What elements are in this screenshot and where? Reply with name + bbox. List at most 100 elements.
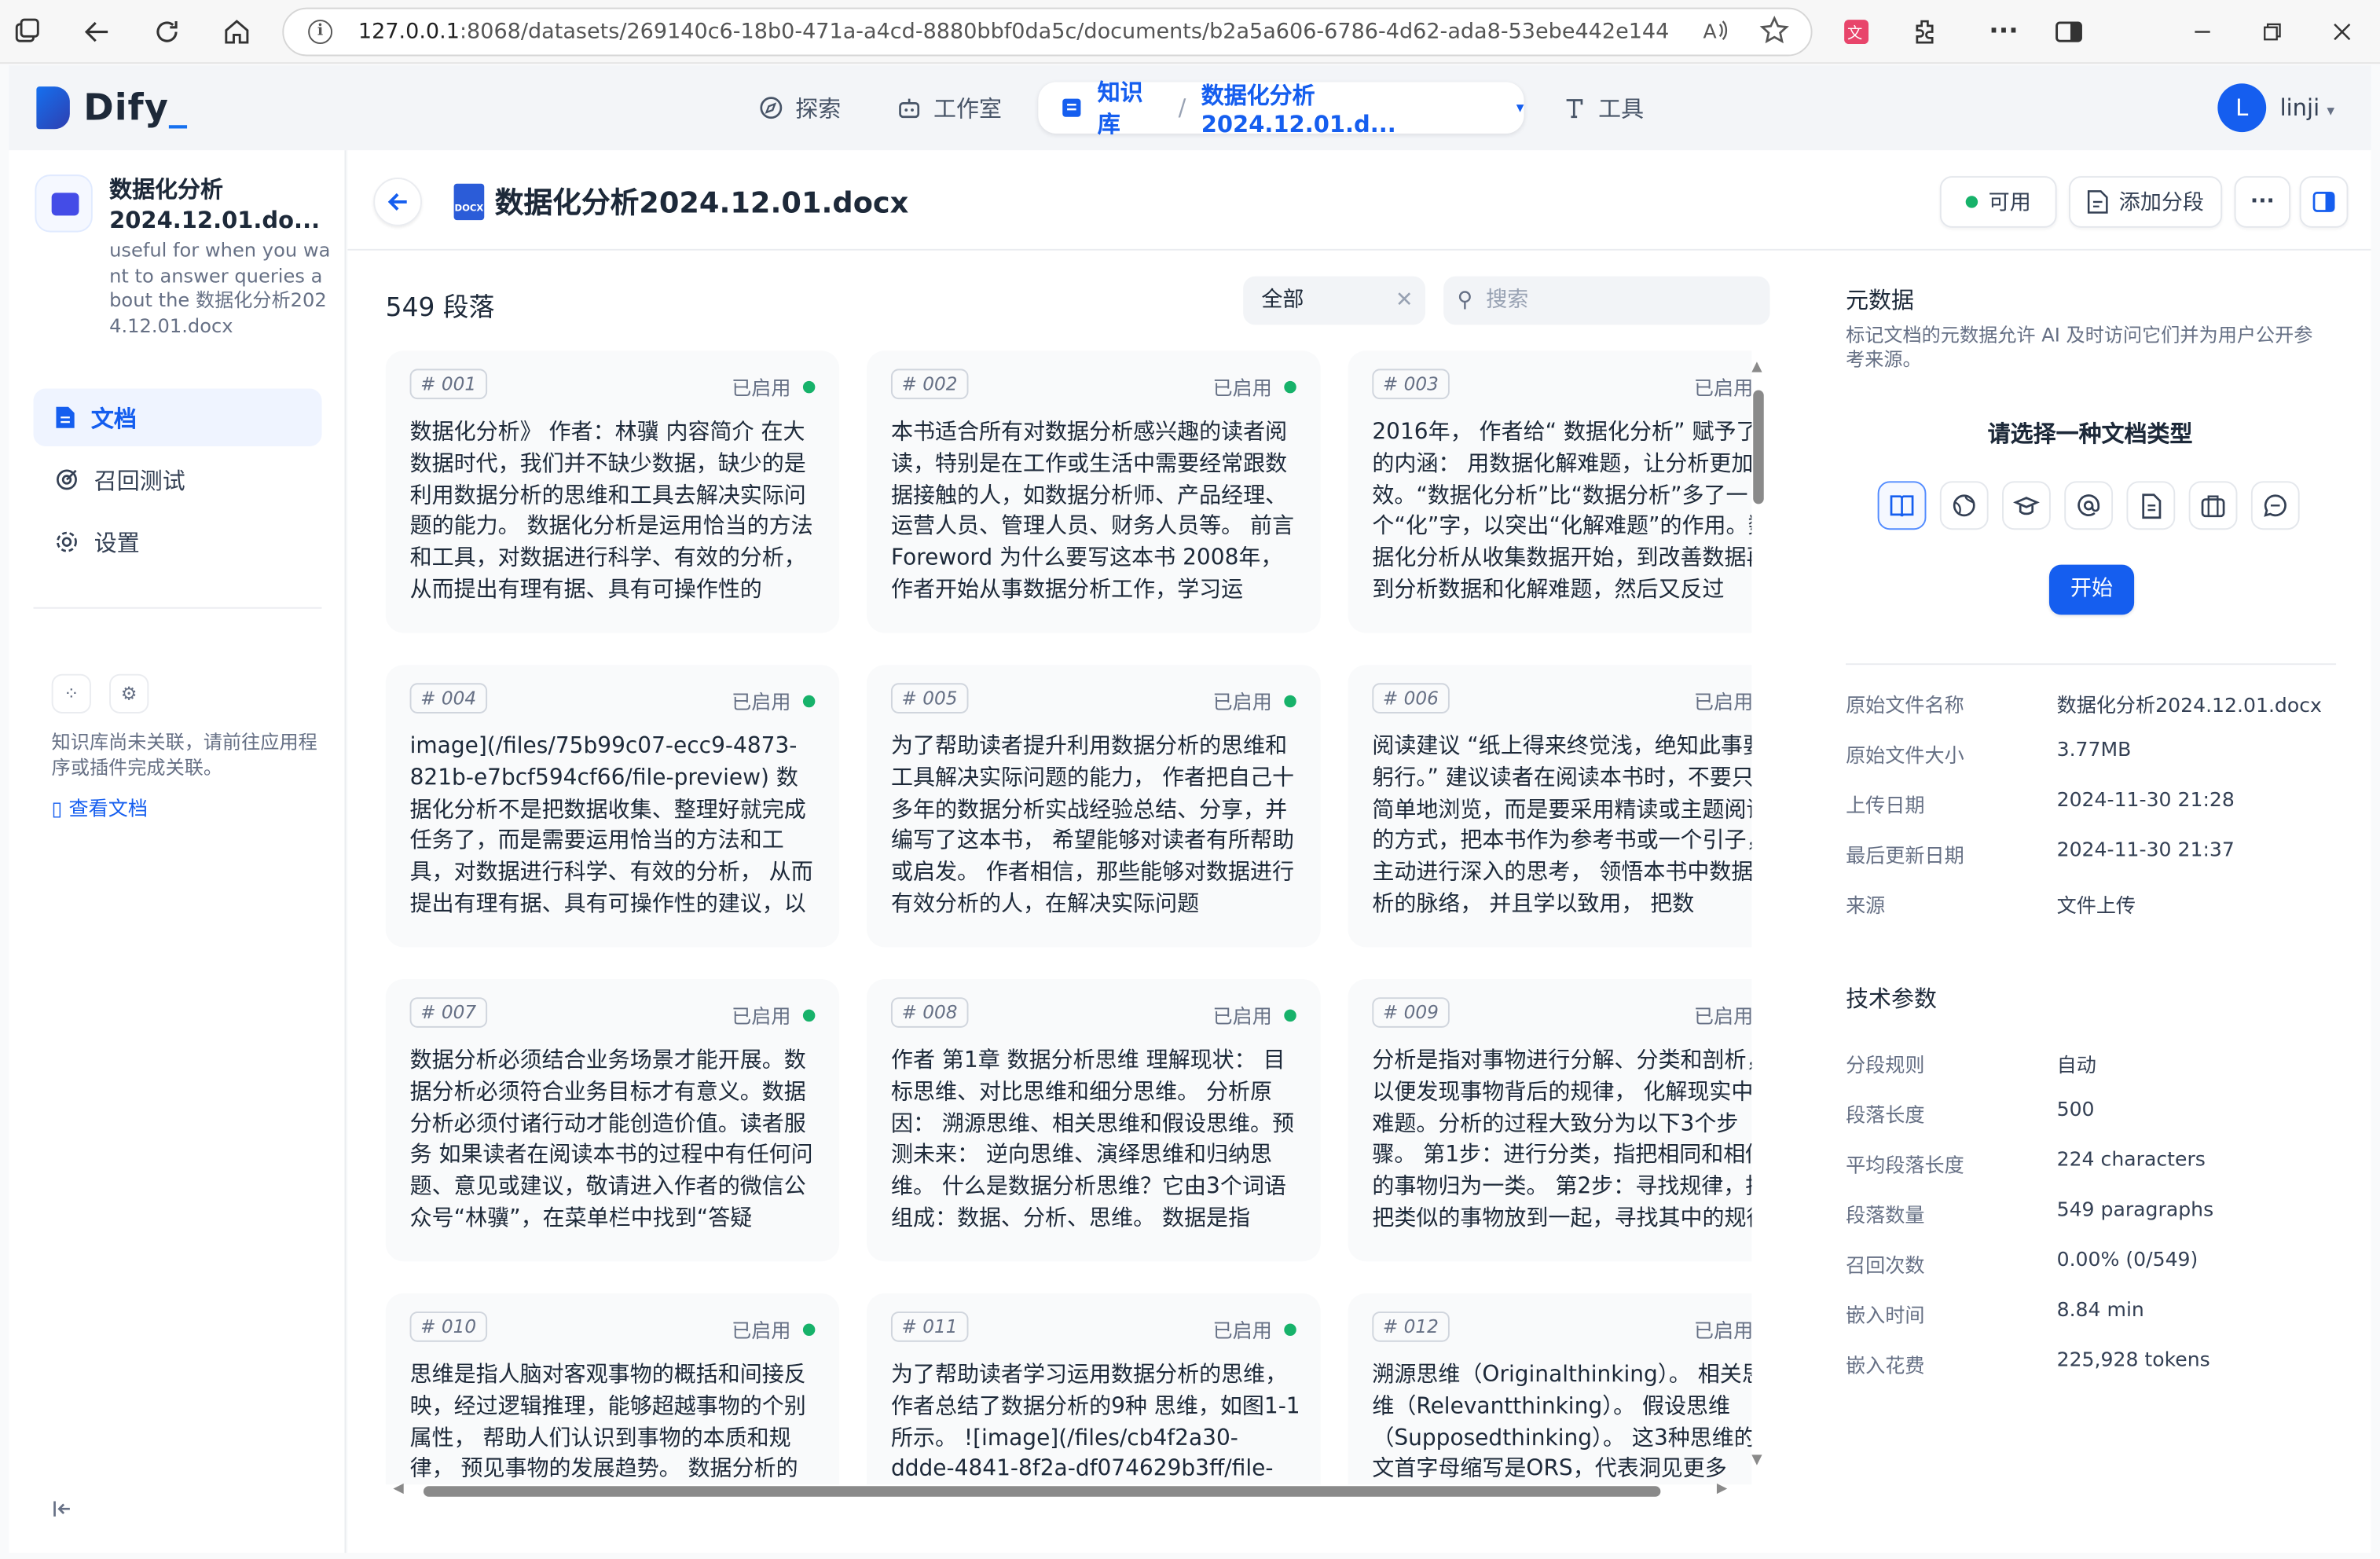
restore-icon[interactable] — [2257, 17, 2288, 47]
nav-studio[interactable]: 工作室 — [897, 82, 1002, 134]
scroll-down-arrow-icon[interactable]: ▼ — [1751, 1453, 1762, 1468]
scroll-right-arrow-icon[interactable]: ▶ — [1717, 1481, 1727, 1496]
folder-icon — [35, 174, 93, 233]
horizontal-scrollbar[interactable]: ◀ ▶ — [393, 1481, 1732, 1498]
chevron-down-icon[interactable]: ▾ — [1516, 100, 1524, 116]
site-info-icon[interactable]: i — [308, 20, 333, 45]
nav-knowledge[interactable]: 知识库 / 数据化分析2024.12.01.d... ▾ — [1038, 79, 1524, 138]
doc-type-prompt: 请选择一种文档类型 — [1987, 420, 2193, 448]
segment-card[interactable]: # 003 已启用 2016年， 作者给“ 数据化分析” 赋予了新的内涵： 用数… — [1348, 350, 1752, 633]
segment-card[interactable]: # 012 已启用 溯源思维（Originalthinking）。 相关思维（R… — [1348, 1293, 1752, 1485]
segment-card[interactable]: # 002 已启用 本书适合所有对数据分析感兴趣的读者阅读，特别是在工作或生活中… — [867, 350, 1321, 633]
user-menu[interactable]: linji ▾ — [2280, 94, 2335, 122]
segment-status: 已启用 — [1694, 686, 1751, 715]
back-arrow-icon[interactable] — [82, 17, 112, 47]
target-icon — [55, 468, 79, 492]
app-root: i 127.0.0.1:8068/datasets/269140c6-18b0-… — [0, 0, 2380, 1559]
segment-status: 已启用 — [1212, 1315, 1296, 1344]
browser-toolbar: i 127.0.0.1:8068/datasets/269140c6-18b0-… — [0, 0, 2380, 64]
sidebar-toggle-icon[interactable] — [2054, 17, 2085, 47]
sidebar-item-documents[interactable]: 文档 — [33, 388, 322, 446]
document-detail: DOCX 数据化分析2024.12.01.docx 可用 添加分段 ··· 54… — [347, 150, 2371, 1553]
sidebar-divider — [33, 607, 322, 609]
refresh-icon[interactable] — [152, 17, 182, 47]
status-filter[interactable]: 全部 ✕ — [1243, 276, 1425, 325]
plugin-icon: ⚙ — [109, 673, 149, 713]
briefcase-icon[interactable] — [2188, 481, 2238, 530]
read-aloud-icon[interactable]: A — [1702, 17, 1729, 44]
favorite-star-icon[interactable] — [1759, 15, 1790, 46]
file-icon[interactable] — [2126, 481, 2176, 530]
segment-card[interactable]: # 004 已启用 image](/files/75b99c07-ecc9-48… — [385, 665, 840, 948]
dify-logo[interactable]: Dify_ — [36, 83, 188, 132]
close-window-icon[interactable] — [2327, 17, 2357, 47]
segment-status: 已启用 — [732, 1315, 816, 1344]
home-icon[interactable] — [222, 17, 252, 47]
compass-icon — [759, 96, 783, 120]
segment-card[interactable]: # 001 已启用 数据化分析》 作者：林骥 内容简介 在大数据时代，我们并不缺… — [385, 350, 840, 633]
sidebar-item-settings[interactable]: 设置 — [33, 513, 321, 570]
segment-card[interactable]: # 011 已启用 为了帮助读者学习运用数据分析的思维，作者总结了数据分析的9种… — [867, 1293, 1321, 1485]
segment-number: # 009 — [1372, 997, 1450, 1028]
back-button[interactable] — [373, 178, 423, 226]
segment-text: 本书适合所有对数据分析感兴趣的读者阅读，特别是在工作或生活中需要经常跟数据接触的… — [890, 420, 1295, 603]
nav-tools[interactable]: 工具 — [1562, 82, 1644, 134]
extensions-icon[interactable] — [1911, 17, 1942, 47]
user-name: linji — [2279, 94, 2320, 122]
nav-explore-label: 探索 — [795, 94, 842, 123]
segment-text: 为了帮助读者提升利用数据分析的思维和工具解决实际问题的能力， 作者把自己十多年的… — [890, 734, 1295, 917]
collapse-sidebar-icon[interactable] — [52, 1498, 73, 1520]
address-bar[interactable]: i 127.0.0.1:8068/datasets/269140c6-18b0-… — [282, 7, 1813, 57]
vertical-scrollbar[interactable]: ▲ ▼ — [1751, 360, 1765, 1468]
segment-text: 数据分析必须结合业务场景才能开展。数据分析必须符合业务目标才有意义。数据分析必须… — [409, 1048, 813, 1231]
scroll-up-arrow-icon[interactable]: ▲ — [1751, 360, 1762, 375]
segment-number: # 007 — [409, 997, 487, 1028]
logo-text: Dify — [83, 86, 169, 130]
segment-card[interactable]: # 007 已启用 数据分析必须结合业务场景才能开展。数据分析必须符合业务目标才… — [385, 979, 840, 1262]
chevron-down-icon: ▾ — [2327, 103, 2335, 120]
view-docs-label: 查看文档 — [68, 798, 148, 822]
sidebar-item-label: 文档 — [90, 404, 137, 432]
panel-toggle-button[interactable] — [2299, 176, 2349, 228]
segment-card[interactable]: # 010 已启用 思维是指人脑对客观事物的概括和间接反映，经过逻辑推理，能够超… — [385, 1293, 840, 1485]
segment-card[interactable]: # 008 已启用 作者 第1章 数据分析思维 理解现状： 目标思维、对比思维和… — [867, 979, 1321, 1262]
globe-icon[interactable] — [1939, 481, 1989, 530]
segment-card[interactable]: # 009 已启用 分析是指对事物进行分解、分类和剖析，以便发现事物背后的规律，… — [1348, 979, 1752, 1262]
url-text[interactable]: 127.0.0.1:8068/datasets/269140c6-18b0-47… — [358, 20, 1669, 44]
segment-card[interactable]: # 006 已启用 阅读建议 “纸上得来终觉浅，绝知此事要躬行。” 建议读者在阅… — [1348, 665, 1752, 948]
tab-actions-icon[interactable] — [12, 17, 42, 47]
sidebar-item-retrieval-test[interactable]: 召回测试 — [33, 451, 321, 508]
avatar[interactable]: L — [2217, 83, 2267, 133]
segment-text: image](/files/75b99c07-ecc9-4873-821b-e7… — [409, 734, 813, 917]
more-menu-icon[interactable]: ··· — [1989, 17, 2019, 47]
more-button[interactable]: ··· — [2234, 176, 2291, 228]
segment-card[interactable]: # 005 已启用 为了帮助读者提升利用数据分析的思维和工具解决实际问题的能力，… — [867, 665, 1321, 948]
segment-text: 溯源思维（Originalthinking）。 相关思维（Relevantthi… — [1372, 1363, 1752, 1483]
document-icon — [55, 405, 76, 430]
segment-number: # 003 — [1372, 369, 1450, 400]
segment-text: 为了帮助读者学习运用数据分析的思维，作者总结了数据分析的9种 思维，如图1-1所… — [890, 1363, 1300, 1483]
scroll-left-arrow-icon[interactable]: ◀ — [393, 1481, 403, 1496]
document-header: DOCX 数据化分析2024.12.01.docx 可用 添加分段 ··· — [347, 150, 2371, 251]
view-docs-link[interactable]: ▯ 查看文档 — [52, 792, 148, 821]
minimize-icon[interactable] — [2187, 17, 2218, 47]
search-input[interactable]: ⚲ 搜索 — [1443, 276, 1770, 325]
chat-icon[interactable] — [2250, 481, 2300, 530]
clear-filter-icon[interactable]: ✕ — [1395, 277, 1414, 325]
at-sign-icon[interactable] — [2064, 481, 2114, 530]
segment-number: # 008 — [890, 997, 969, 1028]
add-segment-button[interactable]: 添加分段 — [2069, 176, 2223, 228]
vertical-scroll-thumb[interactable] — [1753, 390, 1764, 504]
metadata-panel: 元数据 标记文档的元数据允许 AI 及时访问它们并为用户公开参考来源。 请选择一… — [1846, 284, 2337, 1378]
book-icon[interactable] — [1877, 481, 1927, 530]
nav-current-doc[interactable]: 数据化分析2024.12.01.d... — [1201, 78, 1498, 137]
nav-explore[interactable]: 探索 — [759, 82, 841, 134]
search-icon: ⚲ — [1457, 288, 1473, 313]
horizontal-scroll-thumb[interactable] — [423, 1486, 1661, 1497]
status-toggle[interactable]: 可用 — [1939, 176, 2057, 228]
segment-count: 549 段落 — [385, 292, 495, 324]
translate-extension-icon[interactable]: 文 — [1841, 17, 1872, 47]
start-button[interactable]: 开始 — [2048, 564, 2135, 615]
graduation-cap-icon[interactable] — [2002, 481, 2051, 530]
status-label: 可用 — [1988, 191, 2031, 216]
